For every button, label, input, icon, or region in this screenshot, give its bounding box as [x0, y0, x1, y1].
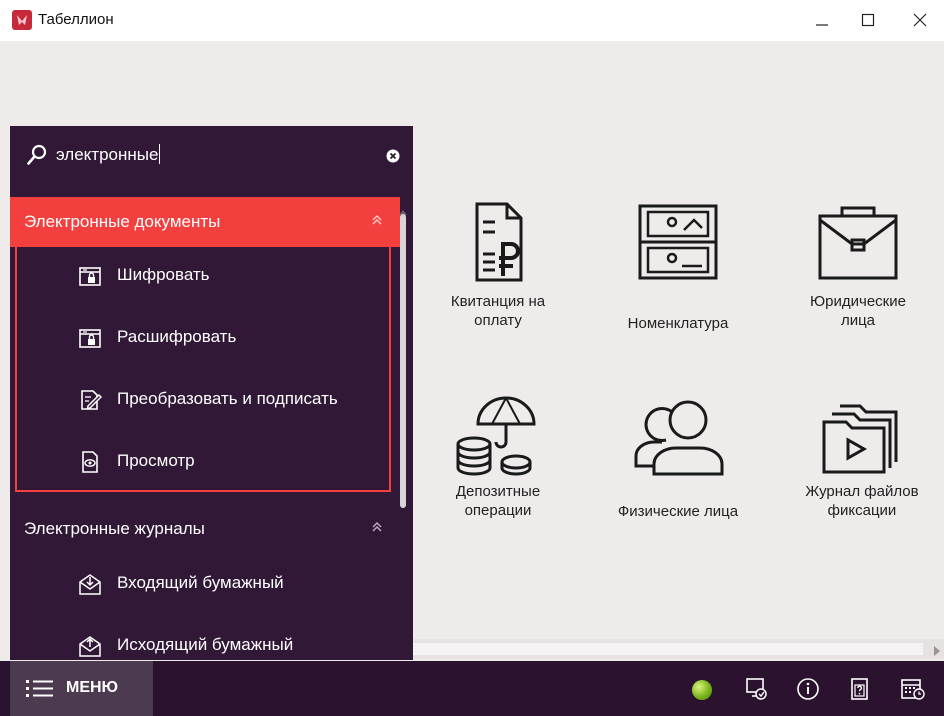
- briefcase-icon: [812, 200, 904, 289]
- sidebar-item-label: Входящий бумажный: [117, 573, 284, 592]
- sidebar-item-incoming-paper[interactable]: Входящий бумажный: [10, 555, 400, 617]
- navigation-panel: электронные Электронные документы Шифров…: [10, 126, 413, 660]
- minimize-button[interactable]: [802, 6, 842, 34]
- scroll-thumb[interactable]: [400, 214, 406, 508]
- group-electronic-journals[interactable]: Электронные журналы: [10, 504, 400, 554]
- remote-session-icon[interactable]: [744, 677, 768, 706]
- umbrella-coins-icon: [452, 392, 544, 481]
- tile-label: Депозитные операции: [455, 483, 541, 519]
- menu-button[interactable]: МЕНЮ: [10, 661, 153, 716]
- tile-file-journal[interactable]: Журнал файлов фиксации: [792, 392, 932, 552]
- highlight-frame: [15, 197, 391, 492]
- tile-label: Физические лица: [617, 503, 739, 520]
- scroll-thumb[interactable]: [413, 643, 923, 655]
- maximize-button[interactable]: [848, 6, 888, 34]
- app-logo-icon: [12, 10, 32, 30]
- help-icon[interactable]: [848, 677, 872, 706]
- group-label: Электронные журналы: [24, 519, 205, 538]
- menu-label: МЕНЮ: [66, 679, 119, 696]
- title-bar: Табеллион: [0, 0, 944, 41]
- sidebar-item-outgoing-paper[interactable]: Исходящий бумажный: [10, 617, 400, 660]
- collapse-chevron-icon[interactable]: [372, 520, 382, 538]
- tile-label: Квитанция на оплату: [450, 293, 546, 329]
- connection-status-icon[interactable]: [692, 680, 712, 700]
- bottom-bar: МЕНЮ: [0, 661, 944, 716]
- info-icon[interactable]: [796, 677, 820, 706]
- search-bar: электронные: [10, 126, 413, 186]
- search-icon: [27, 144, 47, 171]
- tile-label: Номенклатура: [627, 315, 729, 332]
- sidebar-scrollbar[interactable]: [398, 198, 408, 660]
- receipt-ruble-icon: [463, 200, 533, 289]
- cabinet-icon: [632, 200, 724, 289]
- tile-legal-entities[interactable]: Юридические лица: [788, 200, 928, 360]
- horizontal-scrollbar[interactable]: [413, 639, 944, 659]
- hamburger-list-icon: [26, 678, 54, 703]
- incoming-envelope-icon: [78, 572, 102, 601]
- tile-label: Журнал файлов фиксации: [805, 483, 919, 519]
- tile-individuals[interactable]: Физические лица: [608, 392, 748, 552]
- clear-search-icon[interactable]: [386, 149, 400, 168]
- window-title: Табеллион: [38, 11, 114, 28]
- app-window: Табеллион электронные Электронные докуме…: [0, 0, 944, 716]
- tile-receipt[interactable]: Квитанция на оплату: [428, 200, 568, 360]
- close-button[interactable]: [900, 6, 940, 34]
- outgoing-envelope-icon: [78, 634, 102, 660]
- tile-nomenclature[interactable]: Номенклатура: [608, 200, 748, 360]
- people-icon: [632, 392, 724, 481]
- calendar-clock-icon[interactable]: [900, 677, 926, 706]
- sidebar-item-label: Исходящий бумажный: [117, 635, 294, 654]
- tile-deposit-operations[interactable]: Депозитные операции: [428, 392, 568, 552]
- scroll-right-arrow-icon[interactable]: [934, 643, 940, 661]
- tile-label: Юридические лица: [810, 293, 906, 329]
- video-folder-icon: [816, 392, 908, 481]
- search-input[interactable]: электронные: [56, 144, 161, 165]
